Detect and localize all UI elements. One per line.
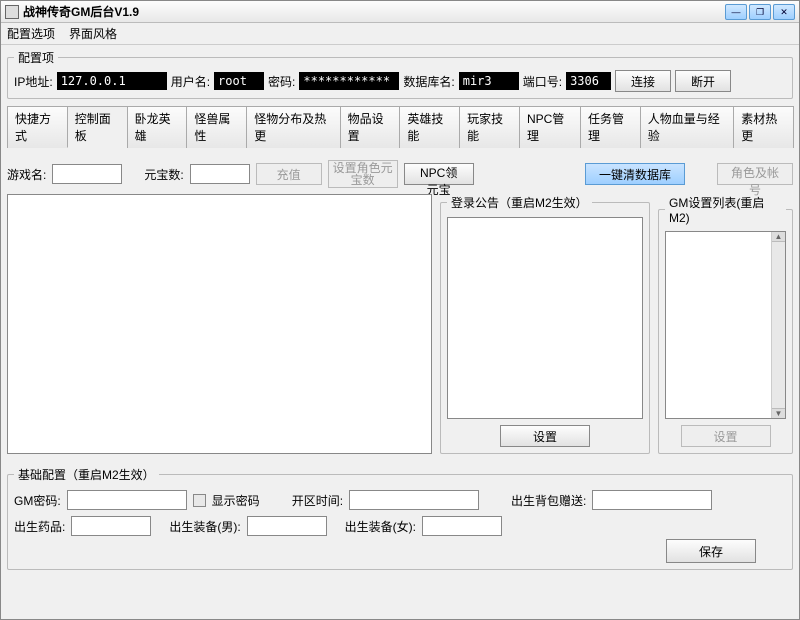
yuanbao-label: 元宝数: (144, 166, 183, 183)
tab-6[interactable]: 英雄技能 (399, 106, 460, 148)
config-fieldset: 配置项 IP地址: 用户名: 密码: 数据库名: 端口号: 连接 断开 (7, 49, 793, 99)
maximize-button[interactable]: ❐ (749, 4, 771, 20)
config-legend: 配置项 (14, 49, 58, 66)
base-config-legend: 基础配置（重启M2生效） (14, 466, 159, 483)
menu-bar: 配置选项 界面风格 (1, 23, 799, 45)
app-icon (5, 5, 19, 19)
game-name-label: 游戏名: (7, 166, 46, 183)
tab-2[interactable]: 卧龙英雄 (127, 106, 188, 148)
db-label: 数据库名: (403, 73, 454, 90)
open-time-input[interactable] (349, 490, 479, 510)
menu-ui-style[interactable]: 界面风格 (69, 25, 117, 42)
birth-bag-input[interactable] (592, 490, 712, 510)
recharge-button[interactable]: 充值 (256, 163, 322, 185)
birth-equip-f-label: 出生装备(女): (345, 518, 416, 535)
gm-list-fieldset: GM设置列表(重启M2) 设置 (658, 194, 793, 454)
gm-pass-input[interactable] (67, 490, 187, 510)
application-window: 战神传奇GM后台V1.9 — ❐ ✕ 配置选项 界面风格 配置项 IP地址: 用… (0, 0, 800, 620)
disconnect-button[interactable]: 断开 (675, 70, 731, 92)
login-notice-set-button[interactable]: 设置 (500, 425, 590, 447)
title-bar: 战神传奇GM后台V1.9 — ❐ ✕ (1, 1, 799, 23)
birth-equip-f-input[interactable] (422, 516, 502, 536)
tab-5[interactable]: 物品设置 (340, 106, 401, 148)
control-panel: 游戏名: 元宝数: 充值 设置角色元宝数 NPC领元宝 一键清数据库 角色及帐号… (7, 152, 793, 615)
port-input[interactable] (566, 72, 611, 90)
open-time-label: 开区时间: (292, 492, 343, 509)
birth-drug-label: 出生药品: (14, 518, 65, 535)
login-notice-legend: 登录公告（重启M2生效） (447, 194, 592, 211)
yuanbao-input[interactable] (190, 164, 250, 184)
tab-3[interactable]: 怪兽属性 (186, 106, 247, 148)
tab-strip: 快捷方式控制面板卧龙英雄怪兽属性怪物分布及热更物品设置英雄技能玩家技能NPC管理… (7, 105, 793, 148)
client-area: 配置项 IP地址: 用户名: 密码: 数据库名: 端口号: 连接 断开 快捷方式… (1, 45, 799, 619)
birth-bag-label: 出生背包赠送: (511, 492, 586, 509)
game-name-input[interactable] (52, 164, 122, 184)
ip-input[interactable] (57, 72, 167, 90)
ip-label: IP地址: (14, 73, 53, 90)
birth-equip-m-label: 出生装备(男): (169, 518, 240, 535)
pass-label: 密码: (268, 73, 295, 90)
tab-7[interactable]: 玩家技能 (459, 106, 520, 148)
gm-list-set-button[interactable]: 设置 (681, 425, 771, 447)
gm-pass-label: GM密码: (14, 492, 61, 509)
user-label: 用户名: (171, 73, 210, 90)
tab-1[interactable]: 控制面板 (67, 106, 128, 148)
show-pass-label: 显示密码 (212, 492, 260, 509)
login-notice-fieldset: 登录公告（重启M2生效） 设置 (440, 194, 650, 454)
role-account-button[interactable]: 角色及帐号 (717, 163, 793, 185)
close-button[interactable]: ✕ (773, 4, 795, 20)
connect-button[interactable]: 连接 (615, 70, 671, 92)
tab-10[interactable]: 人物血量与经验 (640, 106, 734, 148)
tab-11[interactable]: 素材热更 (733, 106, 794, 148)
save-button[interactable]: 保存 (666, 539, 756, 563)
window-title: 战神传奇GM后台V1.9 (23, 3, 725, 20)
pass-input[interactable] (299, 72, 399, 90)
npc-yuanbao-button[interactable]: NPC领元宝 (404, 163, 474, 185)
user-input[interactable] (214, 72, 264, 90)
show-pass-checkbox[interactable] (193, 494, 206, 507)
tab-4[interactable]: 怪物分布及热更 (246, 106, 340, 148)
window-controls: — ❐ ✕ (725, 4, 795, 20)
db-input[interactable] (459, 72, 519, 90)
tab-9[interactable]: 任务管理 (580, 106, 641, 148)
birth-drug-input[interactable] (71, 516, 151, 536)
login-notice-textarea[interactable] (447, 217, 643, 419)
set-role-yuanbao-button[interactable]: 设置角色元宝数 (328, 160, 398, 188)
birth-equip-m-input[interactable] (247, 516, 327, 536)
gm-list-scrollbar[interactable] (771, 232, 785, 418)
gm-list-legend: GM设置列表(重启M2) (665, 194, 786, 225)
tab-8[interactable]: NPC管理 (519, 106, 581, 148)
base-config-fieldset: 基础配置（重启M2生效） GM密码: 显示密码 开区时间: 出生背包赠送: 出生… (7, 466, 793, 570)
minimize-button[interactable]: — (725, 4, 747, 20)
clear-database-button[interactable]: 一键清数据库 (585, 163, 685, 185)
menu-config-options[interactable]: 配置选项 (7, 25, 55, 42)
main-textarea[interactable] (7, 194, 432, 454)
port-label: 端口号: (523, 73, 562, 90)
tab-0[interactable]: 快捷方式 (7, 106, 68, 148)
gm-list-box[interactable] (665, 231, 786, 419)
